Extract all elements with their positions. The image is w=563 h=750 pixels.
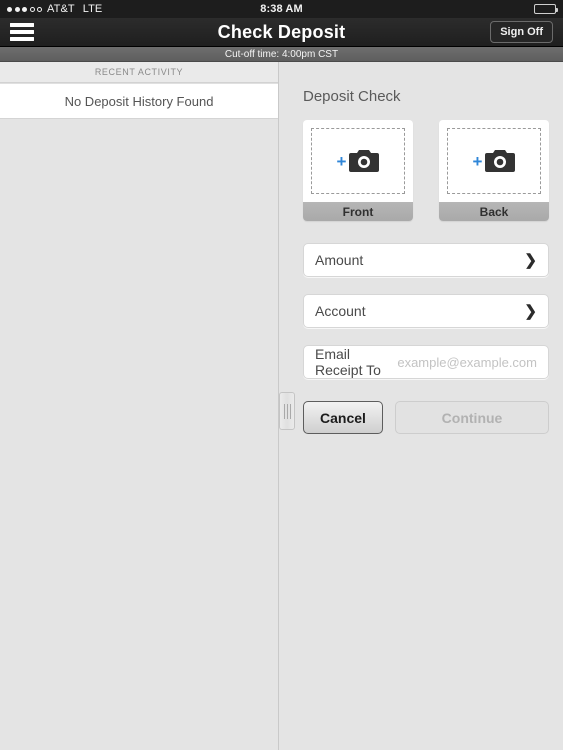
page-title: Check Deposit — [217, 21, 346, 42]
content-split: RECENT ACTIVITY No Deposit History Found… — [0, 62, 563, 750]
chevron-right-icon: ❯ — [524, 251, 537, 269]
amount-field-label: Amount — [315, 252, 364, 268]
sign-off-button[interactable]: Sign Off — [490, 21, 553, 43]
status-bar: AT&T LTE 8:38 AM — [0, 0, 563, 18]
email-receipt-input[interactable]: example@example.com — [397, 355, 537, 370]
capture-card-front[interactable]: + Front — [303, 120, 413, 221]
amount-field[interactable]: Amount ❯ — [303, 243, 549, 277]
status-bar-clock: 8:38 AM — [260, 3, 303, 15]
deposit-check-title: Deposit Check — [303, 88, 401, 105]
cancel-button[interactable]: Cancel — [303, 401, 383, 434]
camera-icon — [349, 150, 380, 172]
navigation-bar: Check Deposit Sign Off — [0, 18, 563, 47]
continue-button[interactable]: Continue — [395, 401, 549, 434]
capture-label-back: Back — [439, 202, 549, 221]
capture-card-back[interactable]: + Back — [439, 120, 549, 221]
cutoff-time-banner: Cut-off time: 4:00pm CST — [0, 47, 563, 62]
plus-icon: + — [472, 151, 483, 171]
status-bar-right — [534, 4, 558, 14]
capture-area-back[interactable]: + — [439, 120, 549, 202]
check-deposit-screen: AT&T LTE 8:38 AM Check Deposit Sign Off … — [0, 0, 563, 750]
capture-dashed-frame: + — [311, 128, 405, 194]
plus-icon: + — [336, 151, 347, 171]
capture-dashed-frame: + — [447, 128, 541, 194]
action-buttons: Cancel Continue — [303, 401, 549, 434]
panel-resize-handle[interactable] — [279, 392, 295, 430]
account-field-label: Account — [315, 303, 366, 319]
capture-label-front: Front — [303, 202, 413, 221]
account-field[interactable]: Account ❯ — [303, 294, 549, 328]
capture-cards: + Front + Back — [303, 120, 549, 221]
recent-activity-header: RECENT ACTIVITY — [0, 62, 278, 83]
no-deposit-history-row: No Deposit History Found — [0, 83, 278, 119]
email-receipt-label: Email Receipt To — [315, 346, 381, 378]
capture-area-front[interactable]: + — [303, 120, 413, 202]
camera-icon — [485, 150, 516, 172]
chevron-right-icon: ❯ — [524, 302, 537, 320]
deposit-form-fields: Amount ❯ Account ❯ Email Receipt To exam… — [303, 243, 549, 379]
recent-activity-panel: RECENT ACTIVITY No Deposit History Found — [0, 62, 279, 750]
deposit-check-panel: Deposit Check + Front + Back Amount ❯ Ac… — [279, 62, 563, 750]
email-receipt-field[interactable]: Email Receipt To example@example.com — [303, 345, 549, 379]
battery-icon — [534, 4, 558, 14]
